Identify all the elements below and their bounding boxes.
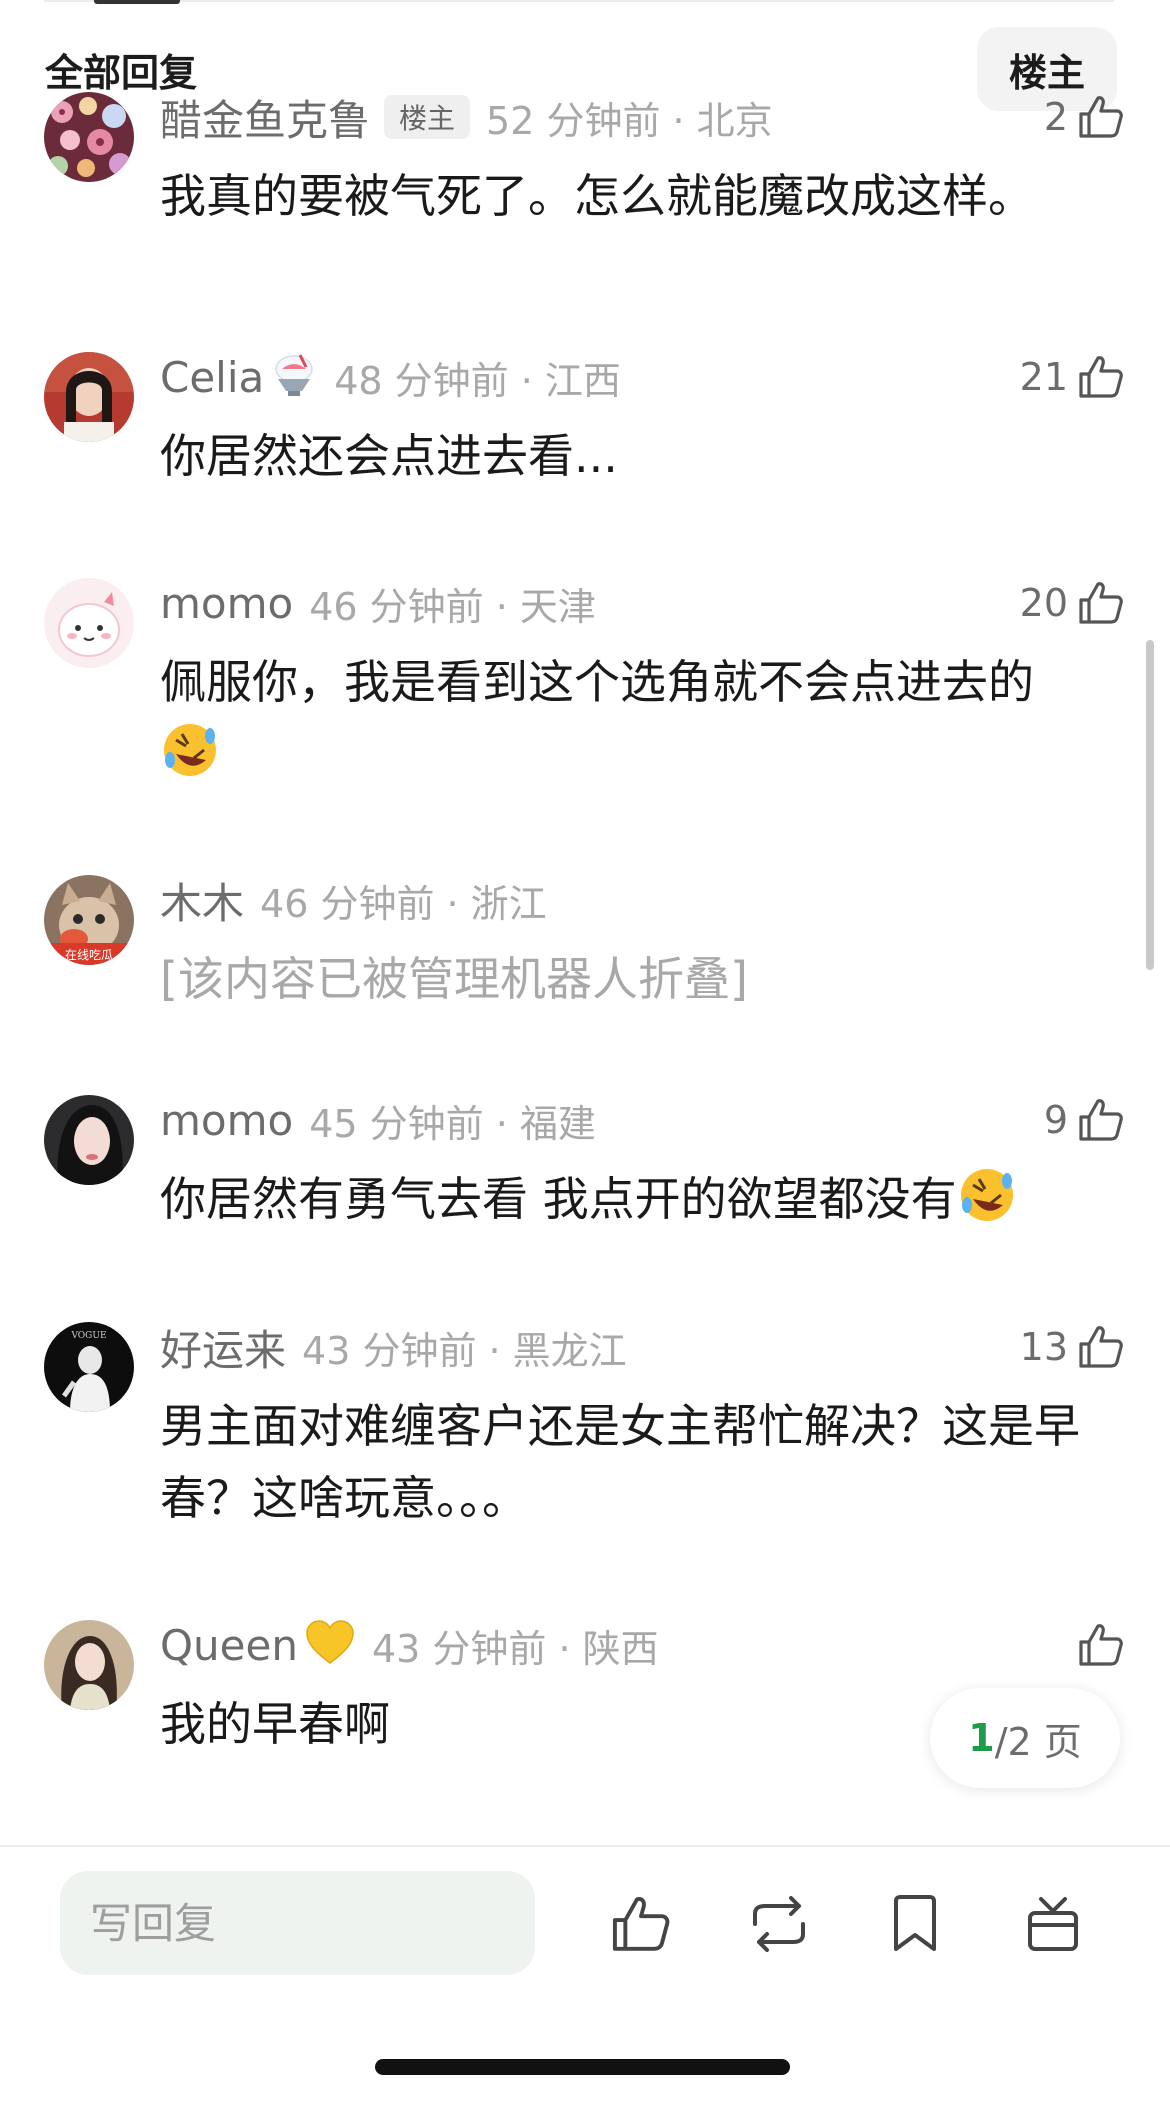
like-button[interactable] <box>1068 1620 1124 1670</box>
total-pages: /2 页 <box>994 1719 1082 1764</box>
comment-meta: Celia 48 分钟前 · 江西 <box>160 351 621 403</box>
comment-item: momo 46 分钟前 · 天津 20 佩服你，我是看到这个选角就不会点进去的 <box>0 578 1170 778</box>
username[interactable]: Celia <box>160 353 264 402</box>
active-tab-indicator <box>94 0 180 4</box>
timestamp-location: 46 分钟前 · 天津 <box>309 584 596 629</box>
shaved-ice-emoji <box>270 351 318 403</box>
comment-meta: Queen 43 分钟前 · 陕西 <box>160 1619 659 1671</box>
comment-item: 在线吃瓜 木木 46 分钟前 · 浙江 [该内容已被管理机器人折叠] <box>0 875 1170 1025</box>
folded-notice[interactable]: [该内容已被管理机器人折叠] <box>160 943 1100 1015</box>
reply-input[interactable] <box>60 1871 535 1975</box>
comment-text: 我真的要被气死了。怎么就能魔改成这样。 <box>160 169 1034 223</box>
username[interactable]: 醋金鱼克鲁 <box>160 87 370 148</box>
comment-text-block: 你居然有勇气去看 我点开的欲望都没有 <box>160 1163 1100 1245</box>
svg-text:在线吃瓜: 在线吃瓜 <box>65 948 113 962</box>
comment-text: 佩服你，我是看到这个选角就不会点进去的 <box>160 655 1034 709</box>
thumbs-up-icon <box>1078 355 1124 399</box>
like-button[interactable]: 20 <box>1020 578 1124 628</box>
comment-item: VOGUE 好运来 43 分钟前 · 黑龙江 13 男主面对难缠客户还是女主帮忙… <box>0 1322 1170 1542</box>
username[interactable]: 好运来 <box>160 1317 286 1378</box>
portrait-avatar[interactable] <box>44 1095 134 1185</box>
thumbs-up-icon <box>1078 1325 1124 1369</box>
page-indicator[interactable]: 1/2 页 <box>930 1688 1120 1788</box>
gift-icon <box>1025 1895 1081 1957</box>
home-indicator <box>375 2059 790 2075</box>
rolling-laughing-emoji <box>160 720 220 800</box>
timestamp-location: 46 分钟前 · 浙江 <box>260 881 547 926</box>
like-button[interactable]: 2 <box>1044 92 1124 142</box>
repost-action-button[interactable] <box>744 1891 814 1961</box>
thumbs-up-icon <box>1078 1098 1124 1142</box>
comment-item: 醋金鱼克鲁 楼主 52 分钟前 · 北京 2 我真的要被气死了。怎么就能魔改成这… <box>0 92 1170 242</box>
like-button[interactable]: 13 <box>1020 1322 1124 1372</box>
username[interactable]: momo <box>160 579 293 628</box>
svg-text:VOGUE: VOGUE <box>70 1331 106 1341</box>
comment-meta: 醋金鱼克鲁 楼主 52 分钟前 · 北京 <box>160 92 773 145</box>
op-badge: 楼主 <box>384 95 471 139</box>
like-icon <box>611 1895 671 1957</box>
bookmark-icon <box>890 1895 940 1957</box>
comment-meta: momo 46 分钟前 · 天津 <box>160 578 596 629</box>
cat-avatar[interactable]: 在线吃瓜 <box>44 875 134 965</box>
comment-text: 你居然还会点进去看... <box>160 429 618 483</box>
woman-avatar[interactable] <box>44 352 134 442</box>
comment-item: Celia 48 分钟前 · 江西 21 你居然还会点进去看... <box>0 352 1170 502</box>
comment-text-block: 佩服你，我是看到这个选角就不会点进去的 <box>160 646 1100 800</box>
username[interactable]: 木木 <box>160 870 244 931</box>
rolling-laughing-emoji <box>957 1165 1017 1245</box>
thumbs-up-icon <box>1078 95 1124 139</box>
timestamp-location: 45 分钟前 · 福建 <box>309 1101 596 1146</box>
like-count: 2 <box>1043 95 1068 139</box>
gift-action-button[interactable] <box>1018 1891 1088 1961</box>
cartoon-avatar[interactable] <box>44 578 134 668</box>
like-action-button[interactable] <box>606 1891 676 1961</box>
thumbs-up-icon <box>1078 581 1124 625</box>
timestamp-location: 48 分钟前 · 江西 <box>334 358 621 403</box>
comment-text: 你居然有勇气去看 我点开的欲望都没有 <box>160 1172 957 1226</box>
bookmark-action-button[interactable] <box>880 1891 950 1961</box>
floral-avatar[interactable] <box>44 92 134 182</box>
username[interactable]: Queen <box>160 1621 298 1670</box>
like-count: 9 <box>1043 1098 1068 1142</box>
repost-icon <box>747 1896 811 1956</box>
like-count: 13 <box>1019 1325 1068 1369</box>
queen-avatar[interactable] <box>44 1620 134 1710</box>
timestamp-location: 52 分钟前 · 北京 <box>486 98 773 143</box>
comment-item: momo 45 分钟前 · 福建 9 你居然有勇气去看 我点开的欲望都没有 <box>0 1095 1170 1245</box>
scrollbar[interactable] <box>1146 640 1154 970</box>
top-divider <box>44 0 1114 2</box>
bw-avatar[interactable]: VOGUE <box>44 1322 134 1412</box>
comment-meta: 好运来 43 分钟前 · 黑龙江 <box>160 1322 627 1375</box>
like-button[interactable]: 9 <box>1044 1095 1124 1145</box>
thumbs-up-icon <box>1078 1623 1124 1667</box>
like-button[interactable]: 21 <box>1020 352 1124 402</box>
comment-text: 男主面对难缠客户还是女主帮忙解决？这是早春？这啥玩意。。。 <box>160 1399 1080 1525</box>
comment-meta: 木木 46 分钟前 · 浙江 <box>160 875 547 928</box>
current-page: 1 <box>968 1716 995 1760</box>
timestamp-location: 43 分钟前 · 陕西 <box>371 1626 659 1671</box>
username[interactable]: momo <box>160 1096 293 1145</box>
timestamp-location: 43 分钟前 · 黑龙江 <box>302 1328 627 1373</box>
bottom-action-bar <box>0 1845 1170 2108</box>
comment-meta: momo 45 分钟前 · 福建 <box>160 1095 596 1146</box>
like-count: 20 <box>1019 581 1068 625</box>
yellow-heart-emoji <box>304 1619 356 1671</box>
like-count: 21 <box>1019 355 1068 399</box>
